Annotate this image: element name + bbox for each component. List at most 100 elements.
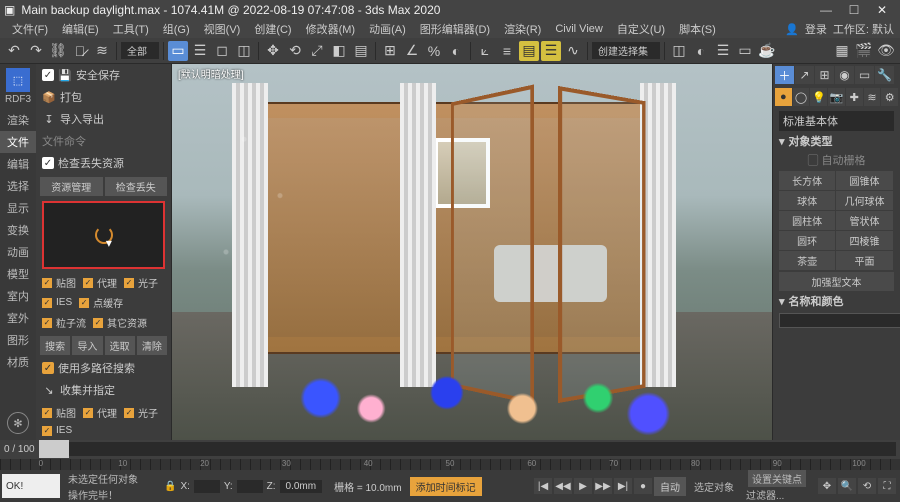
cmd-tab-hierarchy[interactable]: ⊞ — [815, 66, 834, 84]
viewport-label[interactable]: [默认明暗处理] — [178, 66, 244, 81]
lefttab-edit[interactable]: 编辑 — [7, 153, 29, 175]
percent-snap[interactable]: % — [424, 41, 444, 61]
maximize-button[interactable]: ☐ — [840, 0, 868, 20]
primitive-category[interactable]: 标准基本体 — [779, 111, 894, 131]
menu-civilview[interactable]: Civil View — [549, 23, 608, 35]
user-icon[interactable]: 👤 — [785, 23, 799, 36]
named-selection[interactable]: 创建选择集 — [592, 42, 660, 59]
menu-view[interactable]: 视图(V) — [198, 21, 247, 37]
coord-z-input[interactable]: 0.0mm — [280, 480, 323, 493]
menu-customize[interactable]: 自定义(U) — [611, 21, 671, 37]
time-slider-thumb[interactable] — [39, 440, 69, 458]
selected-label[interactable]: 选定对象 — [694, 479, 734, 494]
menu-create[interactable]: 创建(C) — [248, 21, 297, 37]
chk2-proxy[interactable]: ✓代理 — [81, 403, 121, 422]
cmd-tab-modify[interactable]: ↗ — [795, 66, 814, 84]
bind-button[interactable]: ≋ — [92, 41, 112, 61]
keyfilter-button[interactable]: 过滤器... — [746, 487, 808, 502]
prim-geosphere[interactable]: 几何球体 — [836, 191, 892, 210]
chk-ies[interactable]: ✓IES — [40, 293, 76, 312]
schematic-button[interactable]: ◫ — [669, 41, 689, 61]
cmd-tab-create[interactable]: ＋ — [775, 66, 794, 84]
preview-panel[interactable]: ▾ — [42, 201, 165, 269]
link-button[interactable]: ⛓ — [48, 41, 68, 61]
prim-tube[interactable]: 管状体 — [836, 211, 892, 230]
object-name-input[interactable] — [779, 313, 900, 328]
cmd-tab-utilities[interactable]: 🔧 — [875, 66, 894, 84]
select-rect-button[interactable]: ◻ — [212, 41, 232, 61]
prim-sphere[interactable]: 球体 — [779, 191, 835, 210]
create-cameras[interactable]: 📷 — [828, 88, 845, 106]
lefttab-material[interactable]: 材质 — [7, 351, 29, 373]
placement-button[interactable]: ◧ — [329, 41, 349, 61]
render-frame-button[interactable]: ▭ — [735, 41, 755, 61]
render-button[interactable]: ☕ — [757, 41, 777, 61]
align-button[interactable]: ≡ — [497, 41, 517, 61]
add-time-tag-button[interactable]: 添加时间标记 — [410, 477, 482, 496]
layers-button[interactable]: ▤ — [519, 41, 539, 61]
viewport-safe-button[interactable]: 👁 — [876, 41, 896, 61]
chk-pointcache[interactable]: ✓点缓存 — [77, 293, 127, 312]
autogrid-check[interactable]: ▢ 自动栅格 — [779, 151, 894, 169]
create-spacewarps[interactable]: ≋ — [864, 88, 881, 106]
key-mode-button[interactable]: ● — [634, 478, 652, 494]
window-crossing-button[interactable]: ◫ — [234, 41, 254, 61]
render-setup-button[interactable]: ☰ — [713, 41, 733, 61]
prim-torus[interactable]: 圆环 — [779, 231, 835, 250]
check-lost-row[interactable]: ✓检查丢失资源 — [36, 152, 171, 174]
vp-pan-button[interactable]: ✥ — [818, 478, 836, 494]
select-name-button[interactable]: ☰ — [190, 41, 210, 61]
lefttab-shape[interactable]: 图形 — [7, 329, 29, 351]
maxscript-listener[interactable]: OK! — [2, 474, 60, 498]
vp-orbit-button[interactable]: ⟲ — [858, 478, 876, 494]
scale-button[interactable]: ⤢ — [307, 41, 327, 61]
clear-button[interactable]: 清除 — [137, 336, 167, 355]
curve-editor-button[interactable]: ∿ — [563, 41, 583, 61]
prim-plane[interactable]: 平面 — [836, 251, 892, 270]
goto-end-button[interactable]: ▶| — [614, 478, 632, 494]
safe-save-row[interactable]: ✓💾安全保存 — [36, 64, 171, 86]
lefttab-anim[interactable]: 动画 — [7, 241, 29, 263]
name-color-head[interactable]: ▾ 名称和颜色 — [779, 291, 894, 311]
selection-filter[interactable]: 全部 — [121, 42, 159, 59]
lefttab-exterior[interactable]: 室外 — [7, 307, 29, 329]
minimize-button[interactable]: — — [812, 0, 840, 20]
lefttab-file[interactable]: 文件 — [0, 131, 36, 153]
vp-zoom-button[interactable]: 🔍 — [838, 478, 856, 494]
login-link[interactable]: 登录 — [805, 21, 827, 37]
snap-toggle[interactable]: ⊞ — [380, 41, 400, 61]
prim-pyramid[interactable]: 四棱锥 — [836, 231, 892, 250]
material-editor-button[interactable]: ◐ — [691, 41, 711, 61]
menu-edit[interactable]: 编辑(E) — [56, 21, 105, 37]
coord-x-input[interactable] — [194, 480, 220, 493]
object-type-head[interactable]: ▾ 对象类型 — [779, 131, 894, 151]
prim-box[interactable]: 长方体 — [779, 171, 835, 190]
lefttab-display[interactable]: 显示 — [7, 197, 29, 219]
select-object-button[interactable]: ▭ — [168, 41, 188, 61]
redo-button[interactable]: ↷ — [26, 41, 46, 61]
autokey-button[interactable]: 自动 — [654, 477, 686, 496]
rotate-button[interactable]: ⟲ — [285, 41, 305, 61]
unlink-button[interactable]: ⛓̷ — [70, 41, 90, 61]
multi-search-row[interactable]: ✓使用多路径搜索 — [36, 357, 171, 379]
chk-proxy[interactable]: ✓代理 — [81, 273, 121, 292]
lefttab-interior[interactable]: 室内 — [7, 285, 29, 307]
prim-cylinder[interactable]: 圆柱体 — [779, 211, 835, 230]
pack-row[interactable]: 📦打包 — [36, 86, 171, 108]
lefttab-transform[interactable]: 变换 — [7, 219, 29, 241]
lefttab-select[interactable]: 选择 — [7, 175, 29, 197]
create-lights[interactable]: 💡 — [810, 88, 827, 106]
layer-explorer-button[interactable]: ☰ — [541, 41, 561, 61]
coord-y-input[interactable] — [237, 480, 263, 493]
chk2-photon[interactable]: ✓光子 — [122, 403, 162, 422]
viewport[interactable]: [默认明暗处理] — [172, 64, 772, 440]
create-shapes[interactable]: ◯ — [793, 88, 810, 106]
menu-render[interactable]: 渲染(R) — [498, 21, 547, 37]
prim-cone[interactable]: 圆锥体 — [836, 171, 892, 190]
menu-animation[interactable]: 动画(A) — [363, 21, 412, 37]
refcoord-button[interactable]: ▤ — [351, 41, 371, 61]
create-systems[interactable]: ⚙ — [881, 88, 898, 106]
plugin-logo[interactable]: ⬚ — [6, 68, 30, 92]
lock-icon[interactable]: 🔒 — [164, 481, 176, 492]
time-slider[interactable] — [39, 442, 896, 456]
